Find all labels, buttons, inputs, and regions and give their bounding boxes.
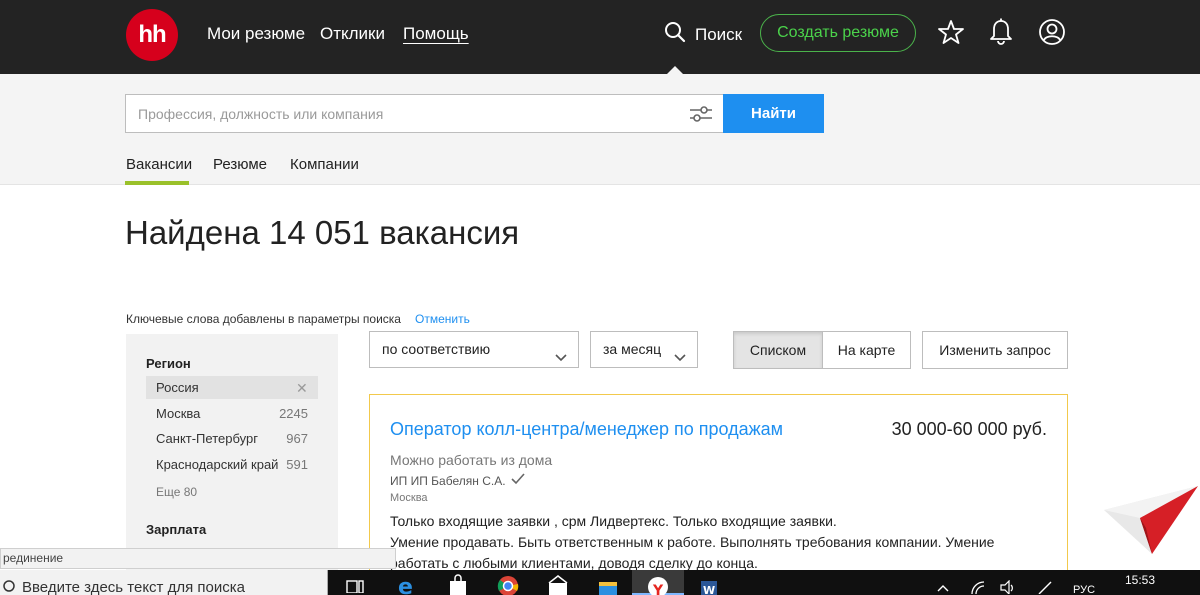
view-list-button[interactable]: Списком xyxy=(733,331,823,369)
close-icon[interactable]: ✕ xyxy=(296,380,308,397)
region-count: 591 xyxy=(286,457,308,472)
create-resume-button[interactable]: Создать резюме xyxy=(760,14,916,52)
region-count: 2245 xyxy=(279,406,308,421)
active-tab-indicator xyxy=(125,181,189,185)
tooltip-text: рединение xyxy=(0,548,396,569)
vacancy-salary: 30 000-60 000 руб. xyxy=(891,419,1047,439)
network-icon[interactable] xyxy=(970,580,986,595)
period-value: за месяц xyxy=(603,341,662,357)
filter-sliders-icon[interactable] xyxy=(689,103,713,130)
nav-my-resumes[interactable]: Мои резюме xyxy=(207,24,305,44)
store-icon[interactable] xyxy=(446,573,470,595)
top-search-label: Поиск xyxy=(695,24,743,44)
svg-text:Y: Y xyxy=(652,583,664,595)
region-item-moscow[interactable]: Москва xyxy=(156,406,200,421)
nav-help[interactable]: Помощь xyxy=(403,24,469,44)
chrome-icon[interactable] xyxy=(496,573,520,595)
region-item-krasnodar[interactable]: Краснодарский край xyxy=(156,457,278,472)
user-icon[interactable] xyxy=(1038,16,1066,48)
star-icon[interactable] xyxy=(937,16,965,48)
period-select[interactable]: за месяц xyxy=(590,331,698,368)
vacancy-description-line: работать с любыми клиентами, доводя сдел… xyxy=(390,555,758,571)
bell-icon[interactable] xyxy=(987,16,1015,48)
svg-text:W: W xyxy=(703,584,715,595)
file-explorer-icon[interactable] xyxy=(596,573,620,595)
search-input[interactable] xyxy=(126,95,666,132)
vacancy-description-line: Только входящие заявки , срм Лидвертекс.… xyxy=(390,513,837,529)
paper-plane-icon[interactable] xyxy=(1100,484,1200,561)
vacancy-company: ИП ИП Бабелян С.А. xyxy=(390,473,525,488)
word-icon[interactable]: W xyxy=(697,573,721,595)
taskbar-search-box[interactable]: Введите здесь текст для поиска xyxy=(0,570,328,595)
search-icon xyxy=(2,579,16,595)
top-search-button[interactable]: Поиск xyxy=(664,21,742,48)
region-item-spb[interactable]: Санкт-Петербург xyxy=(156,431,258,446)
taskbar-search-placeholder: Введите здесь текст для поиска xyxy=(22,579,245,595)
input-language[interactable]: РУС xyxy=(1073,584,1095,595)
company-name-link[interactable]: ИП ИП Бабелян С.А. xyxy=(390,474,506,488)
sort-value: по соответствию xyxy=(382,341,491,357)
edge-browser-icon[interactable]: e xyxy=(395,573,419,595)
vacancy-city: Москва xyxy=(390,492,428,504)
windows-taskbar: Введите здесь текст для поиска e Y W РУС… xyxy=(0,570,1200,595)
mail-icon[interactable] xyxy=(546,573,570,595)
volume-icon[interactable] xyxy=(1000,579,1016,595)
cancel-keywords-link[interactable]: Отменить xyxy=(415,312,470,326)
pen-icon[interactable] xyxy=(1037,580,1053,595)
find-button[interactable]: Найти xyxy=(723,94,824,133)
chevron-down-icon xyxy=(554,343,568,378)
top-navbar: hh Мои резюме Отклики Помощь Поиск Созда… xyxy=(0,0,1200,74)
selected-region-label: Россия xyxy=(156,380,199,395)
clock-time[interactable]: 15:53 xyxy=(1125,573,1155,587)
nav-responses[interactable]: Отклики xyxy=(320,24,385,44)
page-title: Найдена 14 051 вакансия xyxy=(125,214,520,251)
tab-companies[interactable]: Компании xyxy=(290,156,359,173)
tab-resumes[interactable]: Резюме xyxy=(213,156,267,173)
region-count: 967 xyxy=(286,431,308,446)
chevron-down-icon xyxy=(673,343,687,378)
region-heading: Регион xyxy=(146,356,191,371)
remote-work-note: Можно работать из дома xyxy=(390,452,553,468)
vacancy-card: Оператор колл-центра/менеджер по продажа… xyxy=(369,394,1068,594)
search-field[interactable] xyxy=(125,94,724,133)
yandex-browser-icon[interactable]: Y xyxy=(646,573,670,595)
salary-heading: Зарплата xyxy=(146,522,207,537)
sort-select[interactable]: по соответствию xyxy=(369,331,579,368)
keywords-note: Ключевые слова добавлены в параметры пои… xyxy=(126,312,401,326)
vacancy-description-line: Умение продавать. Быть ответственным к р… xyxy=(390,534,995,550)
svg-text:e: e xyxy=(398,575,413,595)
hh-logo[interactable]: hh xyxy=(126,9,178,61)
search-icon xyxy=(664,21,686,48)
chevron-up-icon[interactable] xyxy=(936,580,950,595)
more-regions-link[interactable]: Еще 80 xyxy=(156,485,197,499)
search-caret xyxy=(667,66,683,74)
change-query-button[interactable]: Изменить запрос xyxy=(922,331,1068,369)
task-view-icon[interactable] xyxy=(343,573,367,595)
tab-vacancies[interactable]: Вакансии xyxy=(126,156,192,173)
vacancy-title-link[interactable]: Оператор колл-центра/менеджер по продажа… xyxy=(390,419,783,440)
verified-check-icon xyxy=(510,473,525,488)
filters-sidebar: Регион Россия ✕ Москва 2245 Санкт-Петерб… xyxy=(126,334,338,574)
view-map-button[interactable]: На карте xyxy=(822,331,911,369)
